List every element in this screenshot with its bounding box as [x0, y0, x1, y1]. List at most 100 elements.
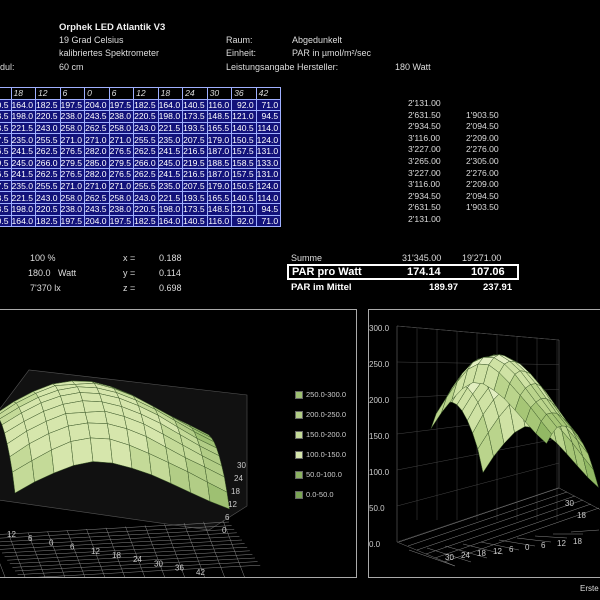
temperature-text: 19 Grad Celsius [59, 35, 124, 45]
footer-text: Erste [580, 584, 599, 593]
grid-cell: 116.0 [206, 214, 233, 228]
total-value-2: 2'094.50 [466, 121, 499, 132]
surface-plot-right: 300.0 250.0 200.0 150.0 100.0 50.0 0.0 30 24 18 12… [369, 324, 600, 567]
meter-text: kalibriertes Spektrometer [59, 48, 160, 58]
z-tick-label: 0.0 [369, 540, 381, 549]
legend-entry: 50.0-100.0 [295, 470, 342, 480]
legend-swatch [295, 411, 303, 420]
grid-cell: 238.0 [108, 110, 135, 123]
grid-cell: 262.5 [84, 191, 110, 204]
y-tick-label: 6 [225, 513, 230, 522]
legend-entry: 100.0-150.0 [295, 450, 347, 460]
z-label: z = [123, 283, 136, 293]
x-tick-label: 12 [557, 539, 566, 548]
grid-cell: 204.0 [84, 98, 110, 112]
legend-entry: 250.0-300.0 [295, 390, 346, 400]
x-tick-label: 42 [196, 568, 205, 577]
grid-cell: 140.5 [0, 214, 12, 228]
grid-cell: 220.5 [133, 202, 159, 216]
grid-cell: 271.0 [108, 133, 135, 146]
page-title: Orphek LED Atlantik V3 [59, 22, 166, 33]
grid-cell: 197.5 [108, 214, 135, 228]
grid-cell: 148.5 [206, 110, 233, 123]
grid-cell: 150.5 [231, 133, 257, 146]
total-value-1: 2'631.50 [408, 202, 441, 213]
grid-cell: 243.5 [84, 202, 110, 216]
measurement-grid: 41812606121824303642140.5164.0182.5197.5… [0, 87, 390, 240]
grid-cell: 235.0 [10, 179, 37, 193]
grid-row: 216.5241.5262.5276.5282.0276.5262.5241.5… [0, 168, 282, 181]
grid-cell: 241.5 [157, 168, 184, 181]
side-tick-label: 30 [565, 499, 574, 508]
x-tick-label: 36 [175, 564, 184, 573]
par-mittel-value-1: 189.97 [429, 282, 459, 293]
total-value-1: 3'227.00 [408, 144, 441, 155]
total-row: 2'131.00 [392, 214, 512, 226]
grid-cell: 255.5 [133, 133, 159, 146]
grid-cell: 216.5 [0, 168, 12, 181]
grid-cell: 164.0 [157, 98, 184, 112]
x-tick-label: 18 [112, 551, 121, 560]
floor-line [0, 528, 235, 543]
surface-facet [79, 392, 103, 403]
par-per-watt-value-1: 174.14 [407, 266, 441, 278]
grid-cell: 216.5 [0, 144, 12, 158]
grid-cell: 255.5 [133, 179, 159, 193]
grid-col-header: 24 [182, 87, 208, 100]
grid-col-header: 6 [59, 87, 86, 100]
grid-cell: 241.5 [157, 144, 184, 158]
grid-cell: 221.5 [10, 191, 37, 204]
total-row: 2'131.00 [392, 98, 512, 110]
leistung-value: 180 Watt [395, 62, 431, 72]
grid-cell: 193.5 [0, 191, 12, 204]
grid-cell: 140.5 [231, 121, 257, 135]
grid-cell: 158.5 [231, 156, 257, 170]
grid-cell: 173.5 [182, 110, 208, 123]
grid-cell: 262.5 [35, 168, 61, 181]
grid-cell: 187.0 [206, 168, 233, 181]
floor-line [398, 487, 560, 543]
legend-label: 100.0-150.0 [306, 450, 347, 459]
grid-cell: 271.0 [59, 133, 86, 146]
grid-cell: 221.5 [157, 121, 184, 135]
grid-col-header: 18 [10, 87, 37, 100]
surface-facet [430, 397, 447, 429]
grid-cell: 164.0 [157, 214, 184, 228]
y-tick-label: 18 [231, 487, 240, 496]
grid-col-header: 30 [206, 87, 233, 100]
grid-cell: 241.5 [10, 144, 37, 158]
grid-cell: 198.0 [10, 202, 37, 216]
x-label: x = [123, 253, 136, 263]
summe-label: Summe [291, 253, 323, 263]
einheit-label: Einheit: [226, 48, 257, 58]
grid-cell: 276.5 [108, 168, 135, 181]
surface-facet [87, 422, 111, 440]
grid-cell: 271.0 [84, 133, 110, 146]
grid-cell: 173.5 [182, 202, 208, 216]
modul-value: 60 cm [59, 62, 84, 72]
total-value-2: 1'903.50 [466, 109, 499, 120]
grid-cell: 258.0 [59, 191, 86, 204]
grid-cell: 243.0 [133, 191, 159, 204]
total-value-2: 1'903.50 [466, 202, 499, 213]
grid-cell: 114.0 [255, 121, 282, 135]
grid-cell: 245.0 [10, 156, 37, 170]
surface-mesh-right [430, 354, 599, 489]
grid-cell: 282.0 [84, 168, 110, 181]
total-row: 3'227.00 2'276.00 [392, 144, 512, 156]
grid-cell: 124.0 [255, 133, 282, 146]
grid-cell: 193.5 [182, 191, 208, 204]
grid-cell: 258.0 [59, 121, 86, 135]
grid-cell: 182.5 [133, 214, 159, 228]
y-tick-label: 12 [228, 500, 237, 509]
grid-cell: 221.5 [10, 121, 37, 135]
z-tick-label: 50.0 [369, 504, 385, 513]
grid-cell: 220.5 [133, 110, 159, 123]
surface-plot-left: 12 6 0 6 12 18 24 30 36 42 30 24 18 12 6 0 [0, 369, 261, 577]
legend-label: 50.0-100.0 [306, 470, 342, 479]
grid-cell: 207.5 [0, 179, 12, 193]
grid-cell: 165.5 [206, 191, 233, 204]
z-tick-label: 150.0 [369, 432, 390, 441]
floor-line [0, 536, 240, 550]
side-tick-label: 18 [577, 511, 586, 520]
